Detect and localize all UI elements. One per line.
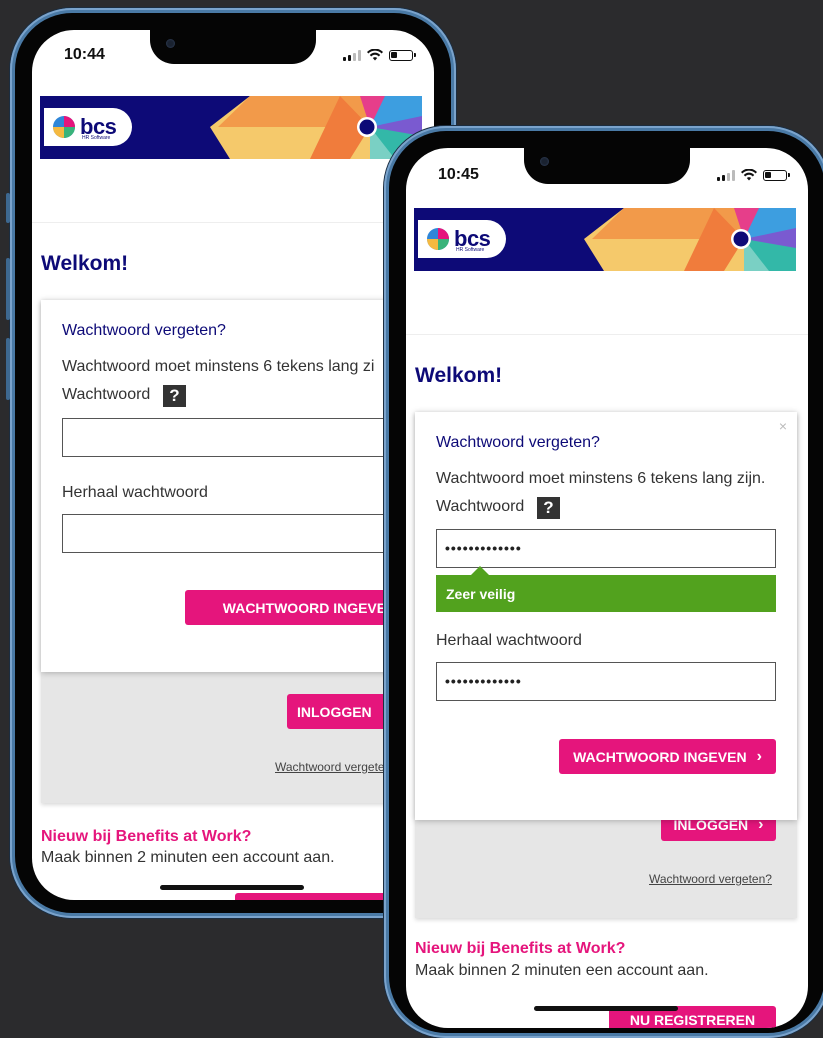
- page-title: Welkom!: [41, 252, 129, 275]
- phone-right: 10:45 bcs HR Software Welkom! INLOGGEN ›…: [384, 126, 823, 1038]
- forgot-password-link-below[interactable]: Wachtwoord vergeten?: [649, 872, 772, 886]
- page-title: Welkom!: [415, 364, 503, 387]
- home-indicator: [160, 885, 304, 890]
- camera-icon: [540, 157, 549, 166]
- home-indicator: [534, 1006, 678, 1011]
- password-label: Wachtwoord: [436, 498, 525, 515]
- password-value: •••••••••••••: [445, 540, 522, 556]
- strength-arrow: [470, 566, 490, 576]
- logo-mark-icon: [427, 228, 449, 250]
- divider: [406, 334, 808, 335]
- password-modal: Wachtwoord vergeten? Wachtwoord moet min…: [41, 300, 434, 672]
- submit-password-button[interactable]: WACHTWOORD INGEVEN ›: [559, 739, 776, 774]
- repeat-password-field[interactable]: •••••••••••••: [436, 662, 776, 701]
- screen: 10:45 bcs HR Software Welkom! INLOGGEN ›…: [406, 148, 808, 1028]
- notch: [524, 148, 690, 184]
- wifi-icon: [741, 169, 757, 181]
- new-user-title: Nieuw bij Benefits at Work?: [415, 940, 626, 957]
- register-label: NU REGISTREREN: [629, 1012, 756, 1028]
- status-time: 10:44: [64, 46, 105, 63]
- password-field[interactable]: [62, 418, 434, 457]
- logo-subtext: HR Software: [456, 247, 485, 253]
- logo-subtext: HR Software: [82, 135, 111, 141]
- new-user-text: Maak binnen 2 minuten een account aan.: [41, 849, 335, 866]
- screen: 10:44 bcs HR Software Welkom! Wachtwoord…: [32, 30, 434, 900]
- new-user-title: Nieuw bij Benefits at Work?: [41, 828, 252, 845]
- repeat-password-field[interactable]: [62, 514, 434, 553]
- battery-icon: [389, 49, 416, 61]
- login-label: INLOGGEN: [297, 703, 372, 720]
- status-icons: [717, 169, 790, 181]
- forgot-password-link[interactable]: Wachtwoord vergeten?: [62, 322, 226, 340]
- bcs-logo[interactable]: bcs HR Software: [418, 220, 506, 258]
- submit-password-label: WACHTWOORD INGEVEN: [222, 599, 397, 616]
- repeat-password-label: Herhaal wachtwoord: [436, 632, 582, 649]
- close-icon[interactable]: ×: [779, 418, 787, 434]
- password-strength-meter: Zeer veilig: [436, 566, 776, 612]
- new-user-text: Maak binnen 2 minuten een account aan.: [415, 962, 709, 979]
- help-icon[interactable]: ?: [537, 497, 560, 519]
- logo-mark-icon: [53, 116, 75, 138]
- side-button: [6, 338, 10, 400]
- battery-icon: [763, 169, 790, 181]
- password-field[interactable]: •••••••••••••: [436, 529, 776, 568]
- divider: [32, 222, 434, 223]
- repeat-password-value: •••••••••••••: [445, 673, 522, 689]
- bcs-logo[interactable]: bcs HR Software: [44, 108, 132, 146]
- password-modal: × Wachtwoord vergeten? Wachtwoord moet m…: [415, 412, 797, 820]
- password-label: Wachtwoord: [62, 386, 151, 403]
- signal-icon: [343, 49, 361, 61]
- wifi-icon: [367, 49, 383, 61]
- notch: [150, 30, 316, 64]
- password-requirement: Wachtwoord moet minstens 6 tekens lang z…: [436, 470, 766, 487]
- side-button: [6, 193, 10, 223]
- status-time: 10:45: [438, 166, 479, 183]
- submit-password-label: WACHTWOORD INGEVEN: [573, 748, 747, 765]
- forgot-password-link[interactable]: Wachtwoord vergeten?: [436, 434, 600, 452]
- forgot-password-link-below[interactable]: Wachtwoord vergete: [275, 760, 385, 774]
- brand-banner: bcs HR Software: [414, 208, 796, 271]
- side-button: [6, 258, 10, 320]
- signal-icon: [717, 169, 735, 181]
- strength-label: Zeer veilig: [446, 586, 516, 602]
- help-icon[interactable]: ?: [163, 385, 186, 407]
- repeat-password-label: Herhaal wachtwoord: [62, 484, 208, 501]
- brand-banner: bcs HR Software: [40, 96, 422, 159]
- camera-icon: [166, 39, 175, 48]
- password-requirement: Wachtwoord moet minstens 6 tekens lang z…: [62, 358, 375, 375]
- status-icons: [343, 49, 416, 61]
- chevron-right-icon: ›: [756, 747, 762, 765]
